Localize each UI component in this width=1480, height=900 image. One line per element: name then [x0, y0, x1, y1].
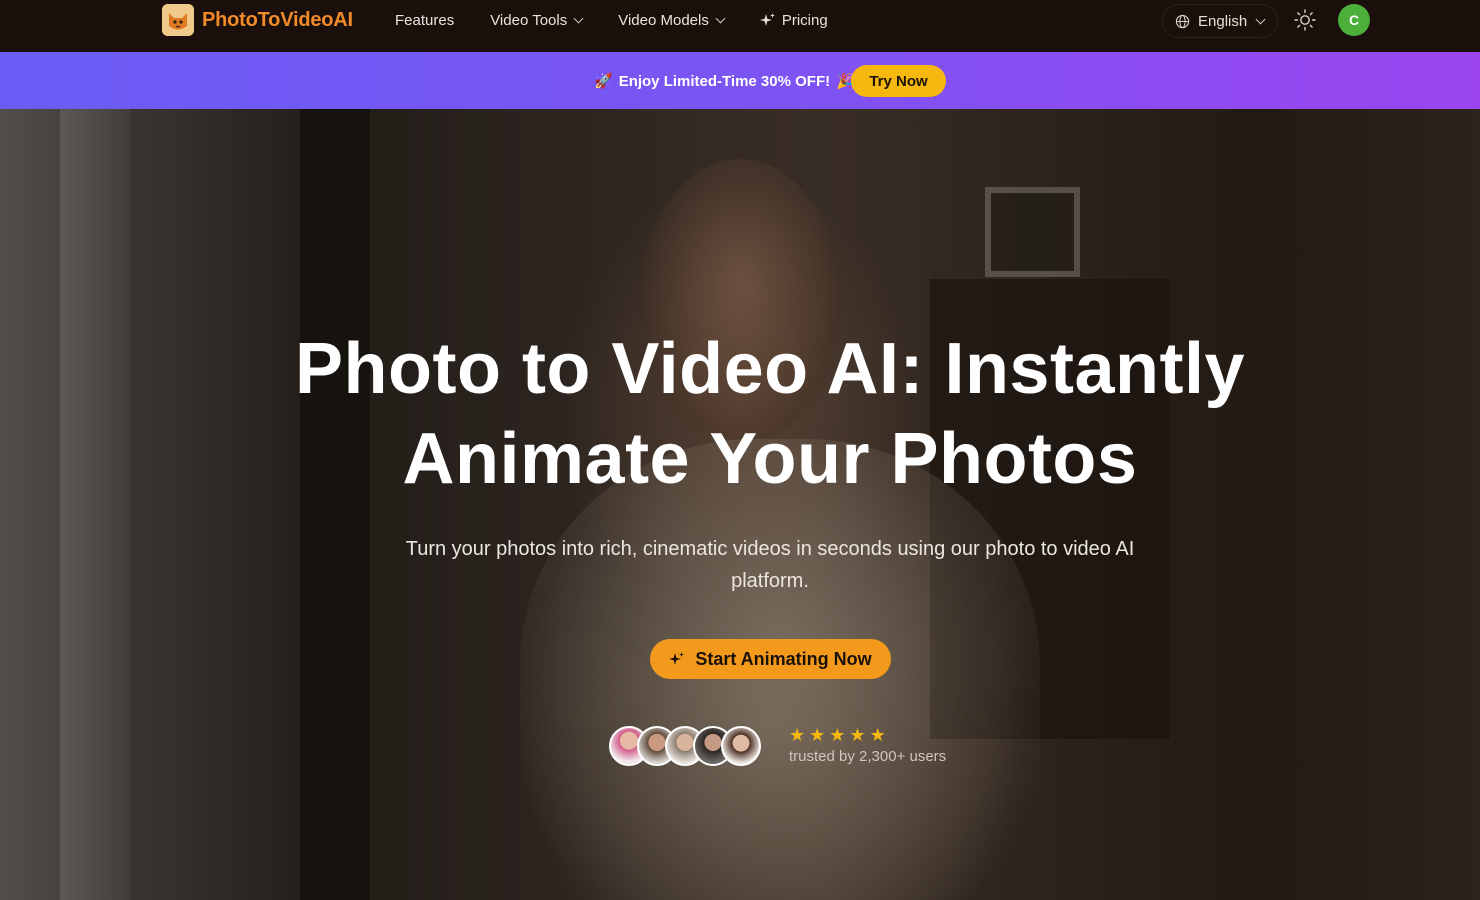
star-icon: ★ — [809, 725, 826, 745]
start-animating-label: Start Animating Now — [695, 648, 872, 669]
globe-icon — [1175, 14, 1190, 28]
chevron-down-icon — [715, 13, 726, 23]
user-avatars-stack — [609, 726, 769, 766]
nav-pricing-label: Pricing — [781, 11, 828, 29]
language-selector[interactable]: English — [1162, 4, 1278, 38]
star-icon: ★ — [869, 725, 886, 745]
chevron-down-icon — [1255, 14, 1266, 24]
nav-pricing[interactable]: Pricing — [759, 11, 828, 29]
nav-video-tools[interactable]: Video Tools — [490, 11, 584, 29]
user-avatar[interactable]: C — [1338, 4, 1370, 36]
star-icon: ★ — [849, 725, 866, 745]
user-avatar-photo — [721, 726, 761, 766]
brand-name: PhotoToVideoAI — [202, 8, 353, 31]
start-animating-button[interactable]: Start Animating Now — [650, 639, 891, 679]
brand-logo-link[interactable]: PhotoToVideoAI — [162, 4, 353, 36]
star-icon: ★ — [789, 725, 806, 745]
chevron-down-icon — [573, 13, 584, 23]
hero-title-line-1: Photo to Video AI: Instantly — [295, 329, 1245, 409]
promo-message: 🚀 Enjoy Limited-Time 30% OFF! 🎉 — [594, 72, 855, 91]
hero-subtitle: Turn your photos into rich, cinematic vi… — [405, 538, 1135, 592]
language-label: English — [1198, 12, 1248, 30]
sparkle-icon — [669, 652, 685, 665]
rocket-icon: 🚀 — [594, 73, 613, 90]
hero-section: Photo to Video AI: Instantly Animate You… — [0, 109, 1480, 900]
promo-banner: 🚀 Enjoy Limited-Time 30% OFF! 🎉 Try Now — [0, 52, 1480, 109]
hero-dim-overlay — [0, 109, 1480, 900]
star-icon: ★ — [829, 725, 846, 745]
trusted-by-text: trusted by 2,300+ users — [789, 748, 947, 765]
hero-title: Photo to Video AI: Instantly Animate You… — [240, 324, 1300, 504]
nav-video-models[interactable]: Video Models — [618, 11, 726, 29]
main-nav: Features Video Tools Video Models Pricin… — [395, 0, 828, 40]
sparkle-icon — [759, 13, 775, 26]
nav-video-models-label: Video Models — [618, 11, 709, 29]
top-navbar: PhotoToVideoAI Features Video Tools Vide… — [0, 0, 1480, 52]
nav-features[interactable]: Features — [395, 12, 454, 29]
nav-features-label: Features — [395, 11, 455, 29]
nav-video-tools-label: Video Tools — [490, 11, 568, 29]
try-now-button[interactable]: Try Now — [851, 65, 946, 97]
promo-text: Enjoy Limited-Time 30% OFF! — [618, 72, 831, 90]
hero-title-line-2: Animate Your Photos — [402, 419, 1138, 499]
sun-icon[interactable] — [1293, 8, 1317, 32]
fox-logo-icon — [162, 4, 194, 36]
rating-stars: ★ ★ ★ ★ ★ — [789, 726, 886, 744]
